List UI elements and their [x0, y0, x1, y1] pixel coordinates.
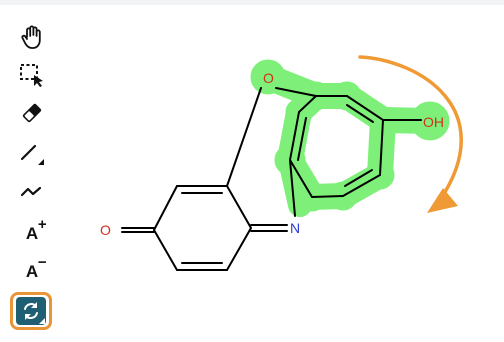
rotation-arrowhead-icon	[427, 188, 458, 213]
charge-plus-tool-button[interactable]: A +	[8, 214, 56, 252]
eraser-tool-button[interactable]	[8, 94, 56, 132]
rotate-tool-button[interactable]	[6, 290, 56, 332]
charge-minus-tool-button[interactable]: A −	[8, 252, 56, 290]
atom-o-carbonyl[interactable]: O	[100, 222, 111, 238]
atom-o-ring[interactable]: O	[263, 70, 274, 86]
drawing-canvas[interactable]: O O OH N	[64, 5, 504, 342]
tool-corner-indicator-icon	[39, 318, 45, 324]
atom-n[interactable]: N	[290, 220, 300, 236]
charge-minus-label: A −	[25, 253, 47, 281]
rotate-tool-inner	[16, 297, 46, 325]
chain-tool-button[interactable]	[8, 172, 56, 210]
chain-icon	[20, 186, 42, 197]
ring-interior	[311, 118, 363, 178]
charge-plus-label: A +	[25, 215, 47, 243]
eraser-icon	[22, 103, 42, 123]
select-tool-button[interactable]	[8, 56, 56, 94]
active-tool-highlight	[10, 292, 52, 330]
hand-tool-button[interactable]	[8, 18, 56, 56]
rectangle-select-icon	[20, 64, 43, 87]
hand-icon	[21, 25, 41, 49]
bond-tool-button[interactable]	[8, 134, 56, 172]
single-bond-icon	[20, 144, 44, 165]
atom-oh[interactable]: OH	[423, 114, 444, 130]
